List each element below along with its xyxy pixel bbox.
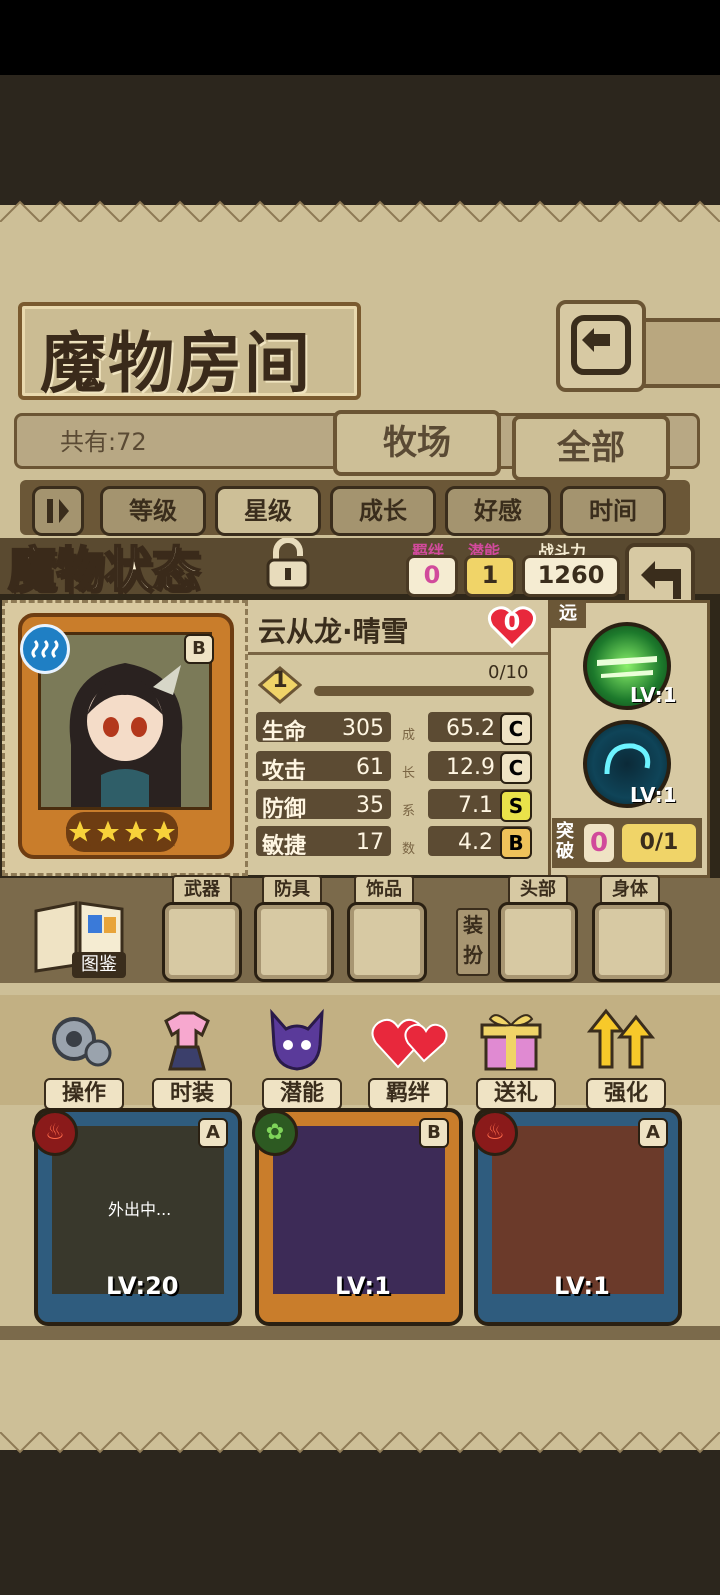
growth-grade-agi: B: [500, 827, 532, 859]
growth-grade-atk: C: [500, 752, 532, 784]
room-title-plate: 魔物房间: [18, 302, 361, 402]
monster-card-3-level: LV:1: [554, 1272, 610, 1300]
breakthrough-label: 突破: [556, 821, 574, 862]
monster-card-3-portrait: [492, 1126, 664, 1294]
exp-bar: [314, 686, 534, 696]
tab-farm[interactable]: 牧场: [333, 410, 501, 476]
action-outfit[interactable]: 时装: [152, 1078, 232, 1110]
growth-value-atk: 12.9: [446, 755, 495, 780]
slot-head[interactable]: [498, 902, 578, 982]
demon-head-icon[interactable]: [262, 1005, 332, 1075]
level-badge-value: 1: [272, 668, 288, 693]
stat-value-agi: 17: [356, 830, 384, 855]
power-value: 1260: [522, 555, 620, 597]
sort-level[interactable]: 等级: [100, 486, 206, 536]
fire-icon: ♨: [472, 1110, 518, 1156]
action-operate[interactable]: 操作: [44, 1078, 124, 1110]
monster-card-2-portrait: [273, 1126, 445, 1294]
sort-time[interactable]: 时间: [560, 486, 666, 536]
monster-card-2-grade: B: [419, 1118, 449, 1148]
leaf-icon: ✿: [252, 1110, 298, 1156]
potential-value: 1: [464, 555, 516, 597]
skill-1-level: LV:1: [630, 683, 677, 707]
tab-all[interactable]: 全部: [512, 415, 670, 481]
slot-label-accessory: 饰品: [354, 875, 414, 905]
stat-label-def: 防御: [262, 797, 307, 822]
slot-armor[interactable]: [254, 902, 334, 982]
slot-label-armor: 防具: [262, 875, 322, 905]
board-top-edge: [0, 200, 720, 222]
range-label: 远: [550, 600, 586, 628]
growth-vertical-label-1: 成: [402, 728, 416, 743]
board-bottom-edge: [0, 1432, 720, 1454]
monster-card-1-status: 外出中...: [108, 1200, 172, 1219]
map-background-bottom: [0, 1450, 720, 1595]
outfit-icon[interactable]: [152, 1005, 222, 1075]
breakthrough-progress: 0/1: [622, 824, 696, 862]
growth-value-hp: 65.2: [446, 716, 495, 741]
rarity-badge: B: [184, 634, 214, 664]
return-arrow-icon: [571, 315, 631, 375]
action-gift[interactable]: 送礼: [476, 1078, 556, 1110]
action-potential[interactable]: 潜能: [262, 1078, 342, 1110]
affection-value: 0: [503, 608, 521, 636]
monster-card-1-level: LV:20: [106, 1272, 179, 1300]
pause-toggle-icon: [47, 499, 69, 523]
growth-vertical-label-4: 数: [402, 842, 416, 857]
growth-vertical-label-2: 长: [402, 766, 416, 781]
sort-star[interactable]: 星级: [215, 486, 321, 536]
monster-name: 云从龙·晴雪: [258, 615, 409, 648]
growth-grade-def: S: [500, 790, 532, 822]
exp-text: 0/10: [488, 662, 529, 683]
bond-value: 0: [406, 555, 458, 597]
lock-button[interactable]: [258, 537, 318, 592]
gear-icon[interactable]: [44, 1005, 114, 1075]
dress-label: 装扮: [456, 908, 490, 976]
monster-card-2-level: LV:1: [335, 1272, 391, 1300]
slot-label-body: 身体: [600, 875, 660, 905]
action-enhance[interactable]: 强化: [586, 1078, 666, 1110]
slot-weapon[interactable]: [162, 902, 242, 982]
growth-grade-hp: C: [500, 713, 532, 745]
water-wave-icon: [20, 624, 70, 674]
stat-value-def: 35: [356, 793, 384, 818]
sort-order-toggle[interactable]: [32, 486, 84, 536]
card-row-bottom-bar: [0, 1326, 720, 1340]
growth-value-agi: 4.2: [458, 830, 493, 855]
status-bar-area: [0, 0, 720, 75]
breakthrough-count: 0: [584, 824, 614, 862]
up-arrows-icon[interactable]: [586, 1005, 656, 1075]
back-button[interactable]: [556, 300, 646, 392]
padlock-open-icon: [266, 537, 310, 590]
growth-value-def: 7.1: [458, 793, 493, 818]
fire-icon: ♨: [32, 1110, 78, 1156]
sort-affection[interactable]: 好感: [445, 486, 551, 536]
stat-value-hp: 305: [342, 716, 384, 741]
stat-value-atk: 61: [356, 755, 384, 780]
growth-vertical-label-3: 系: [402, 804, 416, 819]
star-rating: [63, 812, 181, 852]
stat-label-agi: 敏捷: [262, 834, 307, 859]
status-title: 魔物状态: [7, 541, 201, 599]
hearts-icon[interactable]: [368, 1005, 448, 1075]
monster-card-1-grade: A: [198, 1118, 228, 1148]
slot-body[interactable]: [592, 902, 672, 982]
skill-2-level: LV:1: [630, 783, 677, 807]
monster-count: 共有:72: [60, 428, 147, 456]
stat-label-hp: 生命: [262, 720, 307, 745]
map-background-top: [0, 75, 720, 215]
codex-label: 图鉴: [72, 952, 126, 978]
slot-label-head: 头部: [508, 875, 568, 905]
action-bond[interactable]: 羁绊: [368, 1078, 448, 1110]
gift-box-icon[interactable]: [476, 1005, 546, 1075]
monster-card-3-grade: A: [638, 1118, 668, 1148]
stat-label-atk: 攻击: [262, 759, 307, 784]
slot-accessory[interactable]: [347, 902, 427, 982]
slot-label-weapon: 武器: [172, 875, 232, 905]
room-title: 魔物房间: [40, 324, 312, 402]
sort-growth[interactable]: 成长: [330, 486, 436, 536]
